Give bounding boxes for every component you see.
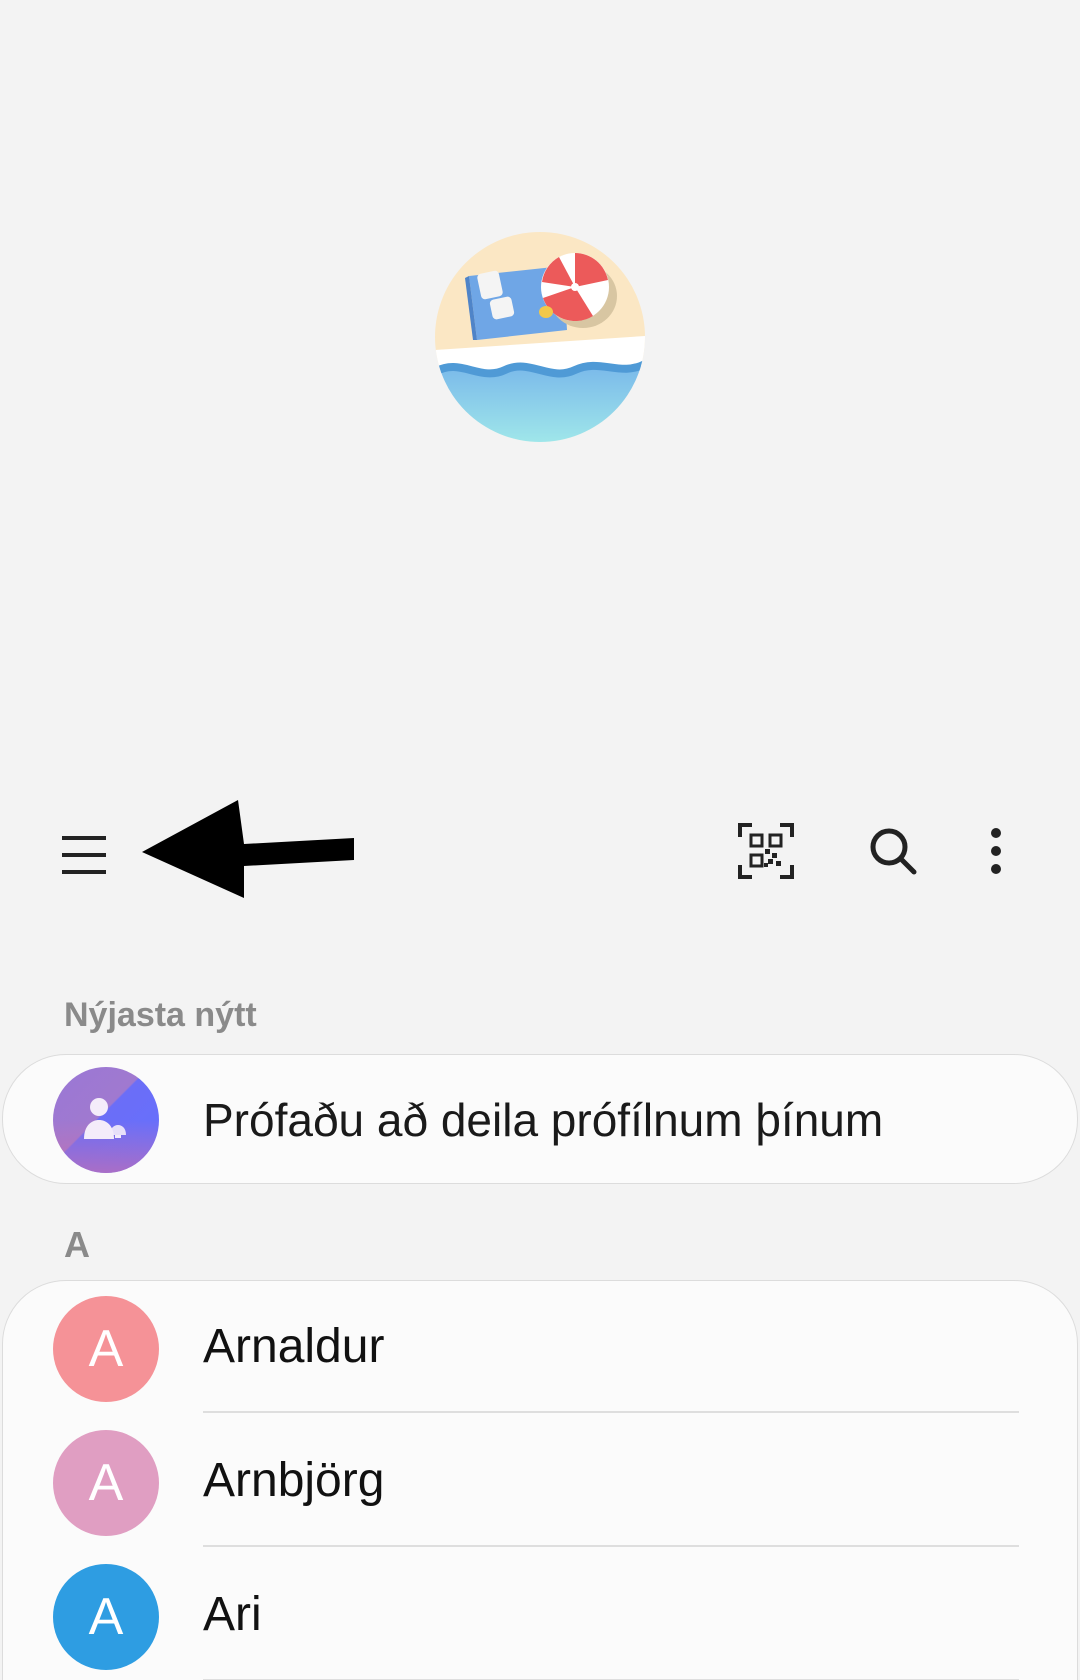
section-label-letter: A	[64, 1224, 90, 1265]
divider	[203, 1411, 1019, 1413]
contact-row[interactable]: A Arnaldur	[3, 1281, 1079, 1415]
contact-avatar: A	[53, 1564, 159, 1670]
toolbar	[0, 790, 1080, 920]
profile-avatar[interactable]	[435, 232, 645, 442]
contacts-screen: Nýjasta nýtt Prófaðu að deila prófílnum …	[0, 0, 1080, 1680]
arrow-annotation-icon	[142, 800, 354, 898]
contacts-list: A Arnaldur A Arnbjörg A Ari	[2, 1280, 1078, 1680]
contact-avatar: A	[53, 1296, 159, 1402]
share-profile-avatar	[53, 1067, 159, 1173]
hamburger-menu-icon[interactable]	[55, 825, 115, 885]
contact-name: Arnbjörg	[203, 1454, 385, 1507]
beach-scene-icon	[435, 232, 645, 442]
contact-name: Ari	[203, 1588, 262, 1641]
contact-avatar: A	[53, 1430, 159, 1536]
divider	[203, 1545, 1019, 1547]
share-profile-text: Prófaðu að deila prófílnum þínum	[203, 1094, 884, 1146]
contact-row[interactable]: A Arnbjörg	[3, 1415, 1079, 1549]
person-share-icon	[84, 1098, 126, 1139]
share-profile-card[interactable]: Prófaðu að deila prófílnum þínum	[2, 1054, 1078, 1184]
more-options-icon[interactable]	[975, 820, 1017, 882]
search-icon[interactable]	[862, 820, 924, 882]
section-label-whats-new: Nýjasta nýtt	[64, 996, 257, 1034]
contact-row[interactable]: A Ari	[3, 1549, 1079, 1680]
contact-name: Arnaldur	[203, 1320, 385, 1373]
qr-code-icon[interactable]	[735, 820, 797, 882]
